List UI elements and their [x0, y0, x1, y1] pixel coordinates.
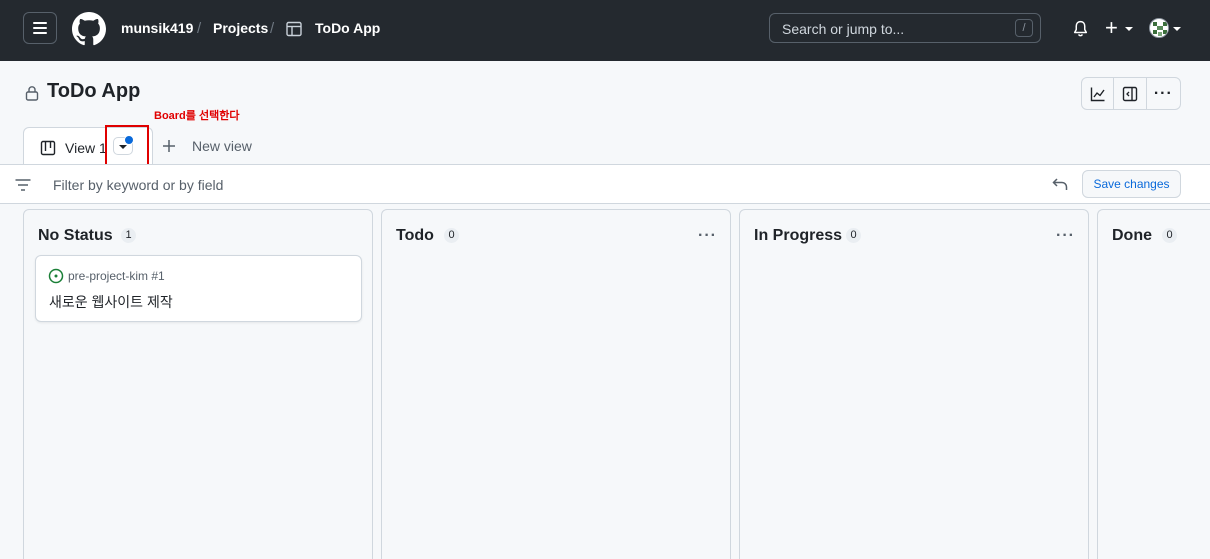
- column-title: No Status: [38, 227, 113, 244]
- more-options-button[interactable]: ···: [1147, 78, 1180, 109]
- highlight-box: [105, 125, 149, 167]
- breadcrumb-separator: /: [197, 20, 202, 37]
- column-done: Done 0: [1097, 209, 1210, 559]
- filter-input[interactable]: Filter by keyword or by field: [53, 177, 223, 193]
- search-shortcut-key: /: [1015, 19, 1033, 37]
- avatar[interactable]: [1149, 18, 1169, 38]
- page-title: ToDo App: [47, 80, 141, 102]
- column-count: 0: [846, 228, 861, 243]
- plus-icon[interactable]: +: [1105, 17, 1118, 39]
- menu-button[interactable]: [23, 12, 57, 44]
- undo-icon[interactable]: [1052, 177, 1068, 191]
- breadcrumb-separator: /: [270, 20, 275, 37]
- breadcrumb-projects[interactable]: Projects: [213, 20, 268, 36]
- column-count: 1: [121, 228, 136, 243]
- issue-title[interactable]: 새로운 웹사이트 제작: [49, 292, 173, 312]
- github-logo[interactable]: [72, 12, 106, 46]
- breadcrumb-project[interactable]: ToDo App: [315, 20, 380, 36]
- top-nav: munsik419 / Projects / ToDo App Search o…: [0, 0, 1210, 61]
- breadcrumb-owner[interactable]: munsik419: [121, 20, 193, 36]
- column-count: 0: [444, 228, 459, 243]
- menu-icon-bar: [33, 32, 47, 34]
- insights-icon: [1090, 87, 1105, 101]
- bell-icon[interactable]: [1072, 20, 1089, 38]
- annotation-label: Board를 선택한다: [154, 110, 240, 122]
- issue-card[interactable]: pre-project-kim #1 새로운 웹사이트 제작: [35, 255, 362, 322]
- menu-icon-bar: [33, 22, 47, 24]
- column-todo: Todo 0 ···: [381, 209, 731, 559]
- plus-icon: [163, 140, 175, 152]
- column-title: Done: [1112, 227, 1152, 244]
- save-changes-button[interactable]: Save changes: [1082, 170, 1181, 198]
- project-table-icon: [286, 21, 302, 37]
- kebab-icon[interactable]: ···: [1056, 227, 1075, 245]
- side-panel-button[interactable]: [1114, 78, 1147, 109]
- tab-label: View 1: [65, 140, 107, 156]
- side-panel-icon: [1122, 86, 1138, 101]
- new-view-label: New view: [192, 138, 252, 154]
- column-count: 0: [1162, 228, 1177, 243]
- chevron-down-icon: [1173, 27, 1181, 31]
- column-title: Todo: [396, 227, 434, 244]
- header-actions: ···: [1081, 77, 1181, 110]
- lock-icon: [25, 86, 39, 101]
- filter-bar: Filter by keyword or by field Save chang…: [0, 164, 1210, 204]
- issue-open-icon: [48, 268, 64, 284]
- issue-repo-ref[interactable]: pre-project-kim #1: [68, 269, 165, 283]
- search-input[interactable]: Search or jump to... /: [769, 13, 1041, 43]
- menu-icon-bar: [33, 27, 47, 29]
- kebab-icon: ···: [1153, 84, 1173, 102]
- new-view-button[interactable]: New view: [162, 138, 252, 154]
- column-in-progress: In Progress 0 ···: [739, 209, 1089, 559]
- column-title: In Progress: [754, 227, 843, 244]
- search-placeholder: Search or jump to...: [782, 21, 905, 37]
- chevron-down-icon: [1125, 27, 1133, 31]
- insights-button[interactable]: [1082, 78, 1115, 109]
- board-icon: [40, 140, 56, 156]
- column-no-status: No Status 1 pre-project-kim #1 새로운 웹사이트 …: [23, 209, 373, 559]
- filter-icon[interactable]: [15, 179, 31, 191]
- kebab-icon[interactable]: ···: [698, 227, 717, 245]
